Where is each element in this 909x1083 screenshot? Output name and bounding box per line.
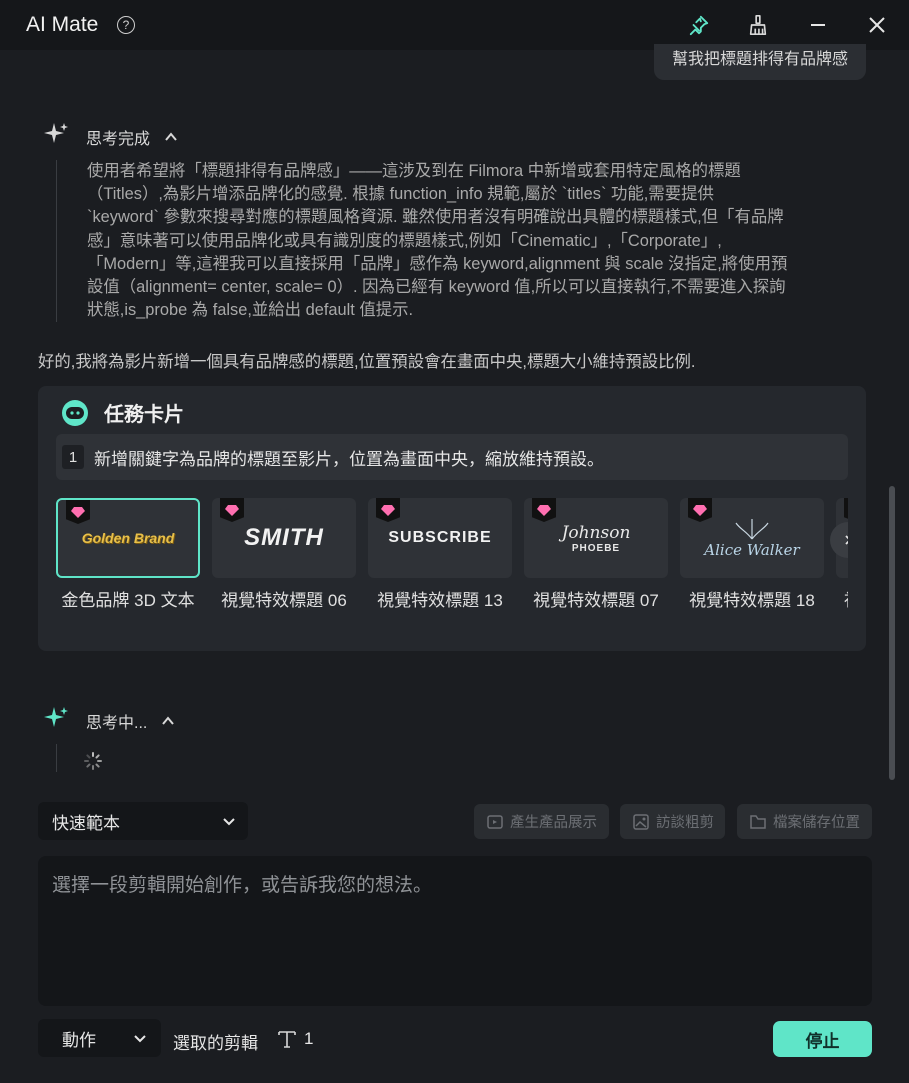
minimize-icon[interactable] [805,12,831,38]
chat-panel: 幫我把標題排得有品牌感 思考完成 使用者希望將「標題排得有品牌感」——這涉及到在… [0,44,909,1083]
text-icon [276,1028,298,1055]
template-label: 視覺特效標題 07 [533,591,659,610]
app-title: AI Mate [26,13,99,36]
template-item[interactable]: Johnson PHOEBE 視覺特效標題 07 [524,498,668,611]
gem-icon [844,498,848,522]
product-demo-icon [487,814,503,829]
pin-icon[interactable] [686,12,712,38]
flower-icon [735,519,769,540]
template-preview[interactable]: Golden Brand [56,498,200,578]
template-preview-text: SMITH [244,524,324,551]
template-item[interactable]: SUBSCRIBE 視覺特效標題 13 [368,498,512,611]
prompt-input[interactable]: 選擇一段剪輯開始創作，或告訴我您的想法。 [38,856,872,1006]
template-preview-text: Alice Walker [704,541,800,559]
action-select[interactable]: 動作 [38,1019,161,1057]
template-label: 視覺特效標題 06 [221,591,347,610]
gem-icon [376,498,400,522]
template-preview-text: Golden Brand [81,530,175,546]
user-message-bubble: 幫我把標題排得有品牌感 [653,44,866,80]
title-bar: AI Mate ? [0,0,909,50]
chevron-down-icon [133,1031,147,1051]
gem-icon [688,498,712,522]
gem-icon [66,500,90,524]
thinking-done-header[interactable]: 思考完成 [42,120,178,153]
quick-template-select[interactable]: 快速範本 [38,802,248,840]
quick-template-label: 快速範本 [52,813,120,833]
thinking-active-header[interactable]: 思考中... [42,704,175,737]
template-label: 視覺特效標題 13 [377,591,503,610]
spinner-icon [84,752,102,770]
assistant-reply: 好的,我將為影片新增一個具有品牌感的標題,位置預設會在畫面中央,標題大小維持預設… [38,353,696,371]
task-step: 1 新增關鍵字為品牌的標題至影片，位置為畫面中央，縮放維持預設。 [56,434,848,480]
sparkle-icon [42,120,70,153]
image-icon [633,813,649,830]
selected-clips-count: 1 [304,1029,314,1048]
thinking-text: 使用者希望將「標題排得有品牌感」——這涉及到在 Filmora 中新增或套用特定… [56,160,868,323]
action-label: 動作 [62,1030,96,1050]
chevron-down-icon [222,814,236,834]
template-label: 視 [836,586,848,611]
template-preview[interactable]: SMITH [212,498,356,578]
prompt-placeholder: 選擇一段剪輯開始創作，或告訴我您的想法。 [52,875,433,896]
folder-icon [750,814,766,829]
thinking-done-label: 思考完成 [86,130,151,148]
chevron-up-icon[interactable] [161,714,175,728]
template-label: 視覺特效標題 18 [689,591,815,610]
chevron-right-icon [845,535,848,545]
gem-icon [220,498,244,522]
file-location-label: 檔案儲存位置 [773,815,860,831]
template-preview[interactable]: SUBSCRIBE [368,498,512,578]
template-preview[interactable]: Johnson PHOEBE [524,498,668,578]
sparkle-icon [42,704,70,737]
template-strip: Golden Brand 金色品牌 3D 文本 SMITH 視覺特效標題 06 … [56,498,848,618]
step-number: 1 [62,445,84,469]
template-preview[interactable]: Alice Walker [680,498,824,578]
file-location-button[interactable]: 檔案儲存位置 [737,804,872,839]
step-text: 新增關鍵字為品牌的標題至影片，位置為畫面中央，縮放維持預設。 [94,449,604,469]
broom-icon[interactable] [745,12,771,38]
interview-cut-button[interactable]: 訪談粗剪 [620,804,725,839]
thinking-divider [56,744,57,772]
task-card-header: 任務卡片 [62,398,184,427]
template-preview-subtext: PHOEBE [571,542,621,554]
template-item[interactable]: Alice Walker 視覺特效標題 18 [680,498,824,611]
product-demo-button[interactable]: 產生產品展示 [474,804,609,839]
template-preview-text: SUBSCRIBE [388,529,492,546]
chevron-up-icon[interactable] [164,130,178,144]
selected-clips-label: 選取的剪輯 [173,1034,258,1053]
task-card: 任務卡片 1 新增關鍵字為品牌的標題至影片，位置為畫面中央，縮放維持預設。 Go… [38,386,866,651]
close-icon[interactable] [864,12,890,38]
product-demo-label: 產生產品展示 [510,815,597,831]
next-templates-button[interactable] [830,522,848,558]
task-card-title: 任務卡片 [104,404,184,426]
robot-icon [62,399,88,426]
interview-cut-label: 訪談粗剪 [656,815,714,831]
thinking-active-label: 思考中... [86,714,148,732]
stop-button[interactable]: 停止 [773,1021,872,1057]
gem-icon [532,498,556,522]
scrollbar[interactable] [889,486,895,780]
template-label: 金色品牌 3D 文本 [61,591,195,610]
template-preview-text: Johnson [561,522,631,543]
template-item[interactable]: SMITH 視覺特效標題 06 [212,498,356,611]
template-item[interactable]: Golden Brand 金色品牌 3D 文本 [56,498,200,611]
help-icon[interactable]: ? [117,16,135,34]
